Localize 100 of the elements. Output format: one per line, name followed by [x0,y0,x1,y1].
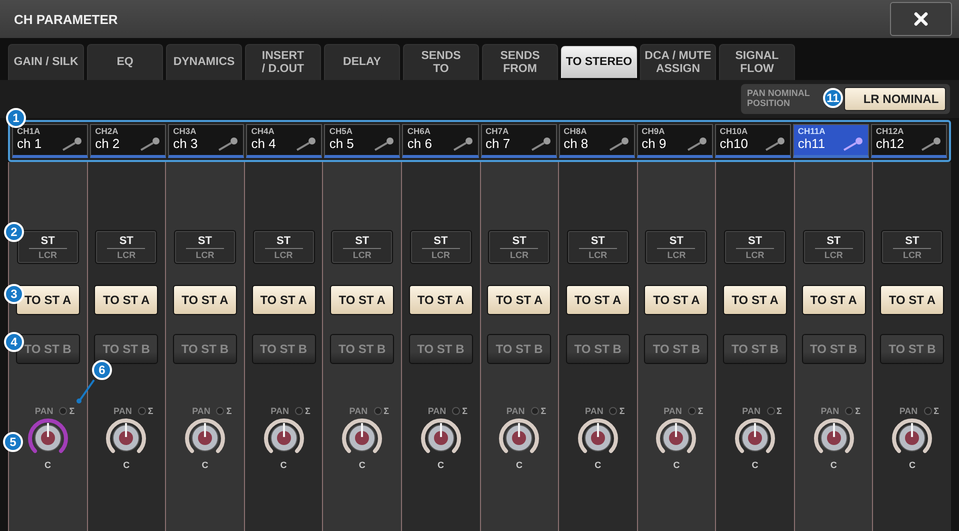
pan-mode-button[interactable]: ST LCR [331,230,394,264]
sigma-indicator [609,407,618,415]
pan-value: C [908,460,916,470]
pan-value: C [358,460,366,470]
pan-mode-button[interactable]: ST LCR [802,230,865,264]
pan-label: PAN [820,406,840,416]
pan-label: PAN [113,406,132,416]
sigma-indicator [766,407,774,415]
callout-badge: 5 [3,432,23,452]
to-stereo-a-button[interactable]: TO ST A [172,285,237,315]
sigma-label: Σ [698,406,704,416]
microphone-icon [764,137,786,151]
pan-mode-button[interactable]: ST LCR [488,230,550,264]
tab[interactable]: SENDS FROM [482,44,558,80]
pan-value: C [752,460,758,470]
sigma-indicator [374,407,382,415]
leader-line [76,378,96,404]
sigma-label: Σ [855,406,860,416]
microphone-icon [295,137,318,151]
sigma-indicator [452,407,460,415]
pan-mode-button[interactable]: ST LCR [252,230,315,264]
sigma-label: Σ [619,406,625,416]
channel-select-button[interactable]: CH4A ch 4 [246,124,322,158]
sigma-indicator [295,407,303,415]
pan-label: PAN [428,406,446,416]
channel-select-button[interactable]: CH2A ch 2 [90,124,166,158]
sigma-label: Σ [226,406,232,416]
pan-value: C [202,460,208,470]
microphone-icon [217,137,240,151]
microphone-icon [530,137,552,151]
pan-mode-button[interactable]: ST LCR [566,230,629,264]
to-stereo-a-button[interactable]: TO ST A [94,285,158,315]
sigma-label: Σ [462,406,468,416]
sigma-indicator [138,407,146,415]
pan-nominal-caption: PAN NOMINAL POSITION [747,89,811,109]
window-title: CH PARAMETER [14,12,118,26]
to-stereo-a-button[interactable]: TO ST A [644,285,708,315]
channel-select-button[interactable]: CH7A ch 7 [480,124,557,158]
pan-value: C [516,460,523,470]
sigma-label: Σ [305,406,310,416]
tab[interactable]: DCA / MUTE ASSIGN [640,44,716,80]
to-stereo-a-button[interactable]: TO ST A [566,285,630,315]
channel-select-button[interactable]: CH1A ch 1 [12,124,88,158]
to-stereo-a-button[interactable]: TO ST A [880,285,944,315]
tab[interactable]: TO STEREO [561,46,637,78]
callout-badge: 3 [4,284,24,304]
to-stereo-a-button[interactable]: TO ST A [802,285,866,315]
microphone-icon [452,137,474,151]
pan-mode-button[interactable]: ST LCR [881,230,944,264]
pan-mode-button[interactable]: ST LCR [645,230,708,264]
pan-mode-button[interactable]: ST LCR [95,230,158,264]
pan-label: PAN [506,406,525,416]
pan-label: PAN [349,406,368,416]
sigma-indicator [688,407,696,415]
microphone-icon [61,137,84,151]
channel-select-button[interactable]: CH6A ch 6 [402,124,478,158]
tab[interactable]: GAIN / SILK [8,44,84,80]
pan-value: C [830,460,837,470]
tab[interactable]: SIGNAL FLOW [719,44,795,80]
channel-select-button[interactable]: CH9A ch 9 [636,124,713,158]
pan-value: C [280,460,287,470]
pan-label: PAN [664,406,682,416]
sigma-indicator [845,407,854,415]
pan-label: PAN [270,406,289,416]
channel-select-button[interactable]: CH11A ch11 [792,124,869,158]
channel-select-button[interactable]: CH3A ch 3 [168,124,244,158]
tab[interactable]: SENDS TO [403,44,479,80]
pan-mode-button[interactable]: ST LCR [174,230,236,264]
channel-select-button[interactable]: CH12A ch12 [870,124,947,158]
sigma-indicator [924,407,932,415]
to-stereo-a-button[interactable]: TO ST A [16,285,80,315]
pan-value: C [594,460,602,470]
channel-select-button[interactable]: CH8A ch 8 [558,124,635,158]
callout-badge: 2 [4,222,24,242]
pan-label: PAN [899,406,918,416]
pan-mode-button[interactable]: ST LCR [410,230,472,264]
pan-value: C [44,460,52,470]
pan-mode-button[interactable]: ST LCR [16,230,79,264]
to-stereo-a-button[interactable]: TO ST A [487,285,552,315]
tab[interactable]: INSERT / D.OUT [245,44,321,80]
pan-label: PAN [584,406,604,416]
to-stereo-a-button[interactable]: TO ST A [723,285,788,315]
lr-nominal-button[interactable]: LR NOMINAL [844,87,946,111]
close-button[interactable] [890,2,952,36]
microphone-icon [139,137,162,151]
pan-mode-button[interactable]: ST LCR [724,230,786,264]
tab[interactable]: DYNAMICS [166,44,242,80]
to-stereo-a-button[interactable]: TO ST A [252,285,316,315]
tab[interactable]: EQ [87,44,163,80]
channel-select-button[interactable]: CH10A ch10 [714,124,791,158]
pan-label: PAN [192,406,210,416]
to-stereo-a-button[interactable]: TO ST A [408,285,473,315]
to-stereo-a-button[interactable]: TO ST A [330,285,394,315]
pan-label: PAN [742,406,760,416]
sigma-indicator [216,407,224,415]
channel-select-button[interactable]: CH5A ch 5 [324,124,400,158]
tab[interactable]: DELAY [324,44,400,80]
microphone-icon [842,137,864,151]
sigma-label: Σ [384,406,389,416]
sigma-label: Σ [540,406,546,416]
